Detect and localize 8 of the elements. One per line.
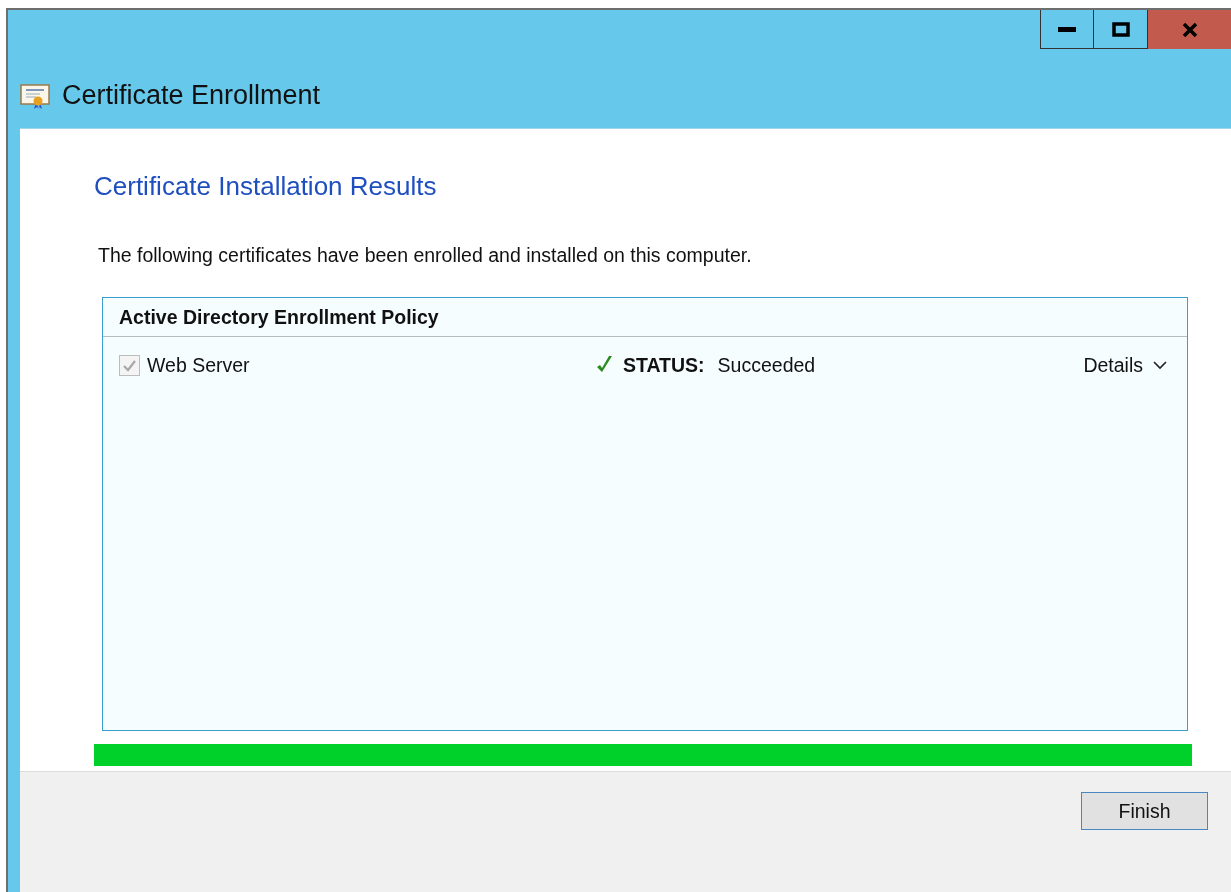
status-label: STATUS: [623,353,705,377]
page-heading: Certificate Installation Results [94,171,438,202]
status-value: Succeeded [717,353,816,377]
policy-name: Active Directory Enrollment Policy [119,305,439,329]
finish-button[interactable]: Finish [1081,792,1208,830]
description-text: The following certificates have been enrolled and installed on this computer. [98,244,753,267]
certificate-name: Web Server [147,353,250,377]
window-title: Certificate Enrollment [62,80,321,111]
